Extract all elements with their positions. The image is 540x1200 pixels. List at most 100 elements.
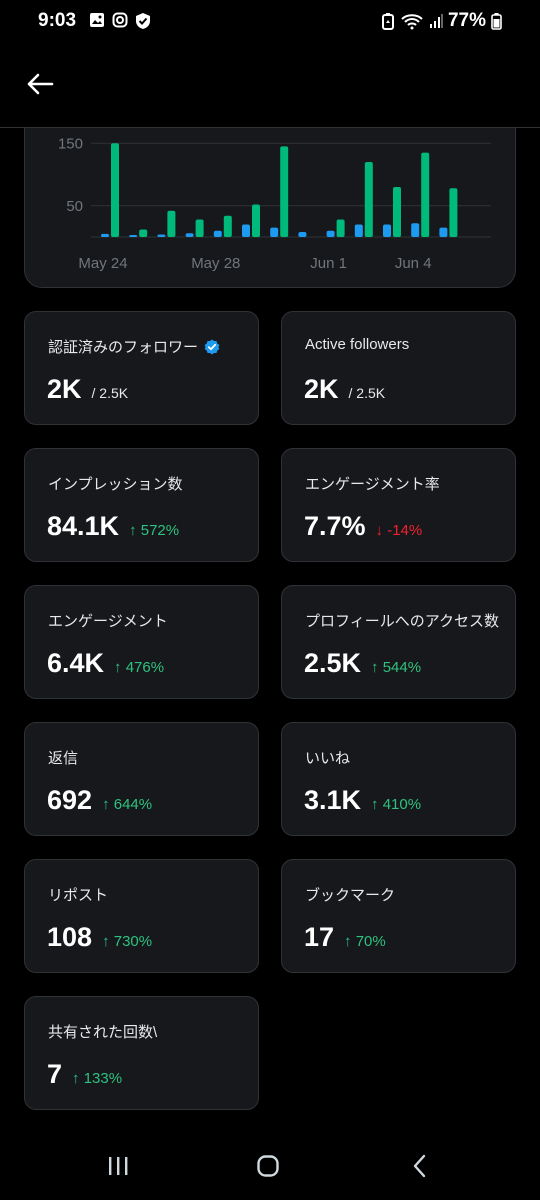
chart-bar-green <box>111 143 119 237</box>
bar-chart: 150 50 May 24 May 28 Jun 1 Jun 4 <box>58 135 491 272</box>
battery-icon <box>491 13 502 30</box>
stat-value-row: 108 ↑ 730% <box>47 922 152 953</box>
stat-value-row: 7.7% ↓ -14% <box>304 511 422 542</box>
stat-card[interactable]: 共有された回数\ 7 ↑ 133% <box>24 996 259 1110</box>
recent-apps-button[interactable] <box>98 1150 138 1182</box>
stat-value: 17 <box>304 922 335 952</box>
stat-value-row: 692 ↑ 644% <box>47 785 152 816</box>
chart-x-tick-label: May 24 <box>78 255 127 272</box>
stat-label: 返信 <box>48 750 79 767</box>
gallery-icon <box>90 13 104 27</box>
chart-bar-green <box>252 204 260 237</box>
stat-card[interactable]: 返信 692 ↑ 644% <box>24 722 259 836</box>
stat-label-row: ブックマーク <box>305 884 395 905</box>
shield-check-icon <box>136 13 150 29</box>
chart-bar-green <box>393 187 401 237</box>
chart-bar-blue <box>411 223 420 237</box>
chart-bar-blue <box>326 230 335 237</box>
chart-bar-blue <box>157 234 166 237</box>
stat-change: ↑ 544% <box>371 659 422 676</box>
stat-label: プロフィールへのアクセス数 <box>305 613 499 630</box>
stat-change: ↑ 572% <box>129 522 180 539</box>
chart-x-tick-label: Jun 4 <box>395 255 432 272</box>
chart-bar-green <box>139 229 148 237</box>
stat-value: 2K <box>47 374 82 404</box>
stat-card[interactable]: プロフィールへのアクセス数 2.5K ↑ 544% <box>281 585 516 699</box>
stat-card[interactable]: ブックマーク 17 ↑ 70% <box>281 859 516 973</box>
stat-card[interactable]: 認証済みのフォロワー 2K / 2.5K <box>24 311 259 425</box>
chart-bar-blue <box>354 224 363 237</box>
chart-x-tick-label: Jun 1 <box>310 255 347 272</box>
stat-label: リポスト <box>48 887 109 904</box>
stat-value-row: 2K / 2.5K <box>304 374 385 405</box>
stat-value: 6.4K <box>47 648 105 678</box>
chart-bar-green <box>195 219 204 237</box>
arrow-left-icon <box>27 73 54 95</box>
stat-value-row: 3.1K ↑ 410% <box>304 785 421 816</box>
chart-bar-green <box>280 146 289 237</box>
home-button[interactable] <box>248 1150 288 1182</box>
stat-change: ↓ -14% <box>375 522 423 539</box>
stat-label: エンゲージメント率 <box>305 476 440 493</box>
chart-bar-blue <box>185 233 194 237</box>
chart-bar-green <box>336 219 345 237</box>
instagram-icon <box>112 12 128 28</box>
stat-change: ↑ 476% <box>114 659 165 676</box>
chart-bar-blue <box>101 233 109 237</box>
wifi-icon <box>401 14 423 30</box>
chart-bar-blue <box>383 224 391 237</box>
stat-card[interactable]: エンゲージメント率 7.7% ↓ -14% <box>281 448 516 562</box>
stat-label-row: 返信 <box>48 747 78 768</box>
stat-value-row: 2.5K ↑ 544% <box>304 648 421 679</box>
stat-change: ↑ 133% <box>72 1070 123 1087</box>
stat-label-row: 認証済みのフォロワー <box>48 336 220 357</box>
stat-change: ↑ 70% <box>344 933 386 950</box>
stat-card[interactable]: リポスト 108 ↑ 730% <box>24 859 259 973</box>
top-bar <box>0 44 540 128</box>
nav-back-button[interactable] <box>400 1150 440 1182</box>
stat-label: インプレッション数 <box>48 476 183 493</box>
stat-value: 7 <box>47 1059 63 1089</box>
stat-label: 認証済みのフォロワー <box>48 339 199 356</box>
stat-label-row: 共有された回数\ <box>48 1021 157 1042</box>
stat-value-row: 17 ↑ 70% <box>304 922 386 953</box>
stat-change: ↑ 644% <box>102 796 153 813</box>
chart-bar-blue <box>213 230 222 237</box>
stat-total: / 2.5K <box>348 385 386 401</box>
system-nav-bar <box>0 1130 540 1200</box>
chart-y-tick-label: 150 <box>58 135 83 152</box>
stat-value: 84.1K <box>47 511 120 541</box>
stat-label: 共有された回数\ <box>48 1024 158 1041</box>
stat-value-row: 7 ↑ 133% <box>47 1059 122 1090</box>
chart-bar-green <box>421 152 430 237</box>
stat-change: ↑ 730% <box>102 933 153 950</box>
back-button[interactable] <box>20 64 60 104</box>
stat-card[interactable]: インプレッション数 84.1K ↑ 572% <box>24 448 259 562</box>
recycle-icon <box>381 13 394 30</box>
stat-label-row: いいね <box>305 747 350 768</box>
stat-value: 692 <box>47 785 93 815</box>
chart-bar-green <box>449 188 458 237</box>
stat-value-row: 6.4K ↑ 476% <box>47 648 164 679</box>
stat-value: 7.7% <box>304 511 366 541</box>
battery-percent: 77% <box>447 10 486 31</box>
stat-label: Active followers <box>305 336 410 353</box>
chart-bar-blue <box>298 232 307 237</box>
signal-icon <box>429 14 443 28</box>
stat-value: 3.1K <box>304 785 362 815</box>
stat-value-row: 2K / 2.5K <box>47 374 128 405</box>
impressions-chart-card: 150 50 May 24 May 28 Jun 1 Jun 4 <box>24 128 516 288</box>
stat-card[interactable]: いいね 3.1K ↑ 410% <box>281 722 516 836</box>
chart-bar-green <box>364 162 373 237</box>
stat-value-row: 84.1K ↑ 572% <box>47 511 179 542</box>
stat-card[interactable]: Active followers 2K / 2.5K <box>281 311 516 425</box>
stat-value: 2K <box>304 374 339 404</box>
stat-value: 2.5K <box>304 648 362 678</box>
stat-change: ↑ 410% <box>371 796 422 813</box>
status-time: 9:03 <box>38 10 77 31</box>
stat-card[interactable]: エンゲージメント 6.4K ↑ 476% <box>24 585 259 699</box>
status-bar: 9:03 77% <box>0 0 540 44</box>
chart-bar-blue <box>242 224 250 237</box>
chart-x-tick-label: May 28 <box>191 255 240 272</box>
stat-label: エンゲージメント <box>48 613 168 630</box>
